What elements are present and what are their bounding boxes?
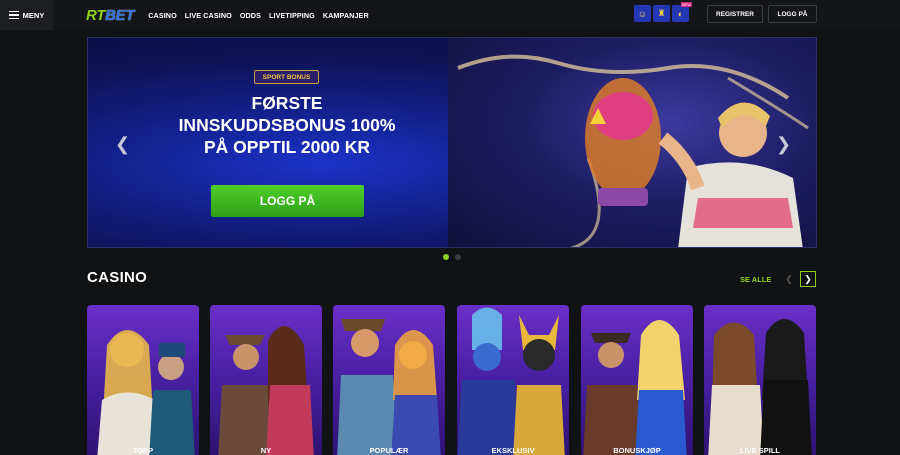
category-card-populaer[interactable]: POPULÆR <box>333 305 445 455</box>
menu-button[interactable]: MENY <box>0 0 53 30</box>
carousel-dots <box>443 254 461 260</box>
player-icon[interactable]: ☺ <box>634 5 651 22</box>
category-card-eksklusiv[interactable]: EKSKLUSIV <box>457 305 569 455</box>
nav-kampanjer[interactable]: KAMPANJER <box>323 11 369 20</box>
login-button[interactable]: LOGG PÅ <box>768 5 817 23</box>
card-label: NY <box>260 446 272 455</box>
trophy-icon[interactable]: ♜ <box>653 5 670 22</box>
new-badge: NEW <box>680 2 692 7</box>
category-card-ny[interactable]: NY <box>210 305 322 455</box>
hamburger-icon <box>8 11 19 19</box>
promo-banner: SPORT BONUS FØRSTE INNSKUDDSBONUS 100% P… <box>87 37 817 248</box>
card-artwork <box>97 330 195 455</box>
casino-section-title: CASINO <box>87 269 148 286</box>
card-artwork <box>457 307 565 455</box>
site-logo[interactable]: RTBET <box>86 6 135 24</box>
card-label: LIVE SPILL <box>739 446 780 455</box>
headline-line-1: FØRSTE <box>251 93 323 113</box>
banner-character-illustration <box>457 54 809 247</box>
card-label: BONUSKJØP <box>613 446 661 455</box>
menu-label: MENY <box>22 10 45 20</box>
card-label: POPULÆR <box>369 446 409 455</box>
card-label: TOPP <box>132 446 154 455</box>
nav-casino[interactable]: CASINO <box>148 11 177 20</box>
card-label: EKSKLUSIV <box>491 446 535 455</box>
banner-prev-arrow-icon[interactable]: ❮ <box>115 134 130 155</box>
nav-odds[interactable]: ODDS <box>240 11 261 20</box>
casino-next-arrow-icon[interactable]: ❯ <box>800 271 816 287</box>
category-card-live-spill[interactable]: LIVE SPILL <box>704 305 816 455</box>
logo-rt: RT <box>86 6 106 24</box>
logo-bet: BET <box>105 6 135 24</box>
card-artwork <box>337 319 441 455</box>
card-artwork <box>218 326 314 455</box>
bonus-icon[interactable]: ◐ NEW <box>672 2 692 22</box>
casino-prev-arrow-icon[interactable]: ❮ <box>781 271 797 287</box>
banner-artwork <box>448 38 816 247</box>
banner-headline: FØRSTE INNSKUDDSBONUS 100% PÅ OPPTIL 200… <box>148 92 426 158</box>
main-nav: CASINO LIVE CASINO ODDS LIVETIPPING KAMP… <box>148 11 369 20</box>
see-all-link[interactable]: SE ALLE <box>740 275 771 284</box>
banner-next-arrow-icon[interactable]: ❯ <box>776 134 791 155</box>
register-button[interactable]: REGISTRER <box>707 5 763 23</box>
carousel-dot-2[interactable] <box>455 254 461 260</box>
sport-bonus-badge: SPORT BONUS <box>254 70 319 84</box>
top-header: MENY RTBET CASINO LIVE CASINO ODDS LIVET… <box>0 0 900 30</box>
header-icon-group: ☺ ♜ ◐ NEW <box>634 2 692 22</box>
nav-live-casino[interactable]: LIVE CASINO <box>185 11 232 20</box>
headline-line-2: INNSKUDDSBONUS 100% <box>178 115 396 135</box>
category-card-topp[interactable]: TOPP <box>87 305 199 455</box>
banner-login-button[interactable]: LOGG PÅ <box>211 185 364 217</box>
card-artwork <box>583 320 687 455</box>
card-artwork <box>708 319 812 455</box>
category-card-bonuskjop[interactable]: BONUSKJØP <box>581 305 693 455</box>
nav-livetipping[interactable]: LIVETIPPING <box>269 11 315 20</box>
carousel-dot-1[interactable] <box>443 254 449 260</box>
headline-line-3: PÅ OPPTIL 2000 KR <box>204 137 370 157</box>
